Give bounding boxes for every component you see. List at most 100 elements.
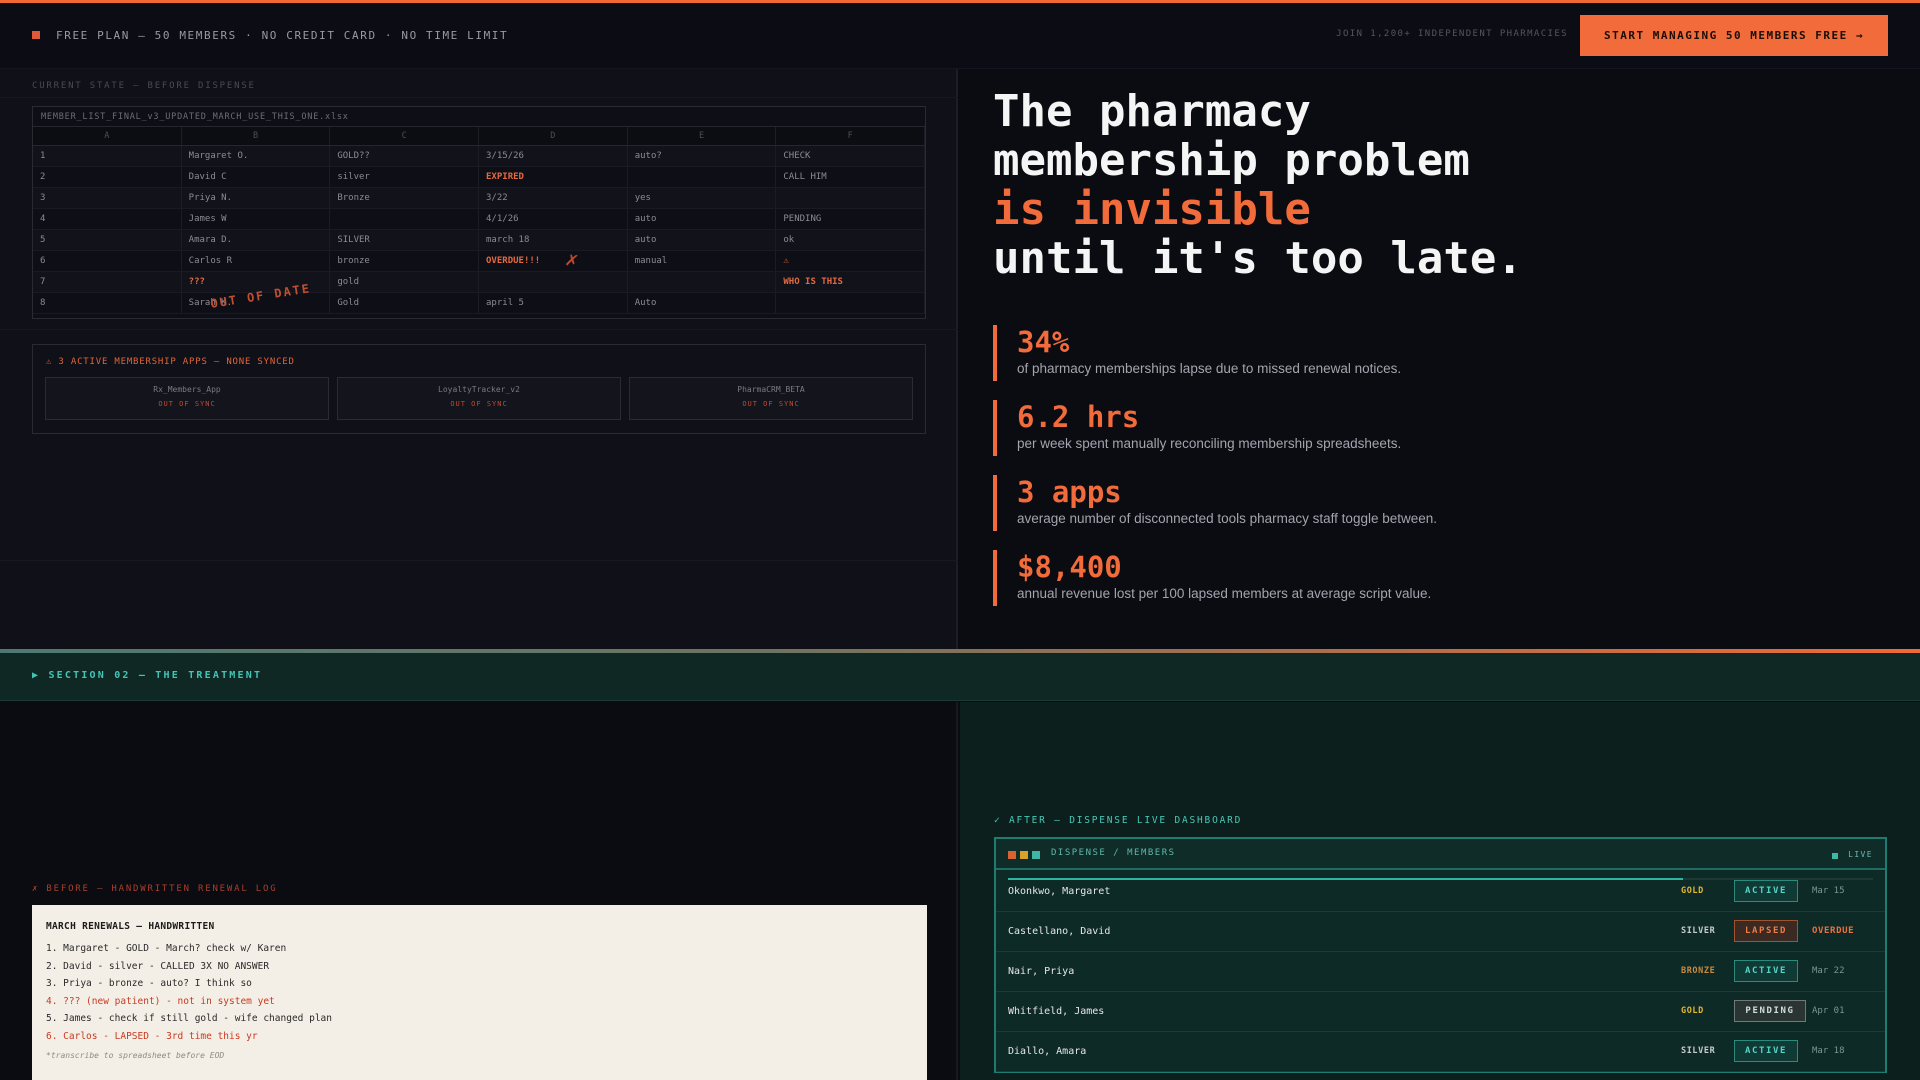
dashboard-panel: ✓ AFTER — DISPENSE LIVE DASHBOARD DISPEN… (960, 702, 1920, 1080)
app-card: Rx_Members_App OUT OF SYNC (45, 377, 329, 420)
headline-accent: is invisible (993, 184, 1311, 235)
spreadsheet-cell: CALL HIM (776, 167, 926, 187)
handwritten-note: MARCH RENEWALS — HANDWRITTEN 1. Margaret… (32, 905, 927, 1080)
member-row[interactable]: Nair, Priya BRONZE ACTIVE Mar 22 (996, 952, 1885, 992)
dashboard-header: DISPENSE / MEMBERS LIVE (996, 839, 1885, 870)
spreadsheet-cell: EXPIRED (479, 167, 628, 187)
spreadsheet-row: 5 Amara D. SILVER march 18 auto ok (33, 230, 926, 251)
spreadsheet-cell (628, 167, 777, 187)
spreadsheet-cell: SILVER (330, 230, 480, 250)
status-badge: ACTIVE (1734, 880, 1798, 902)
headline-line: membership problem (993, 135, 1470, 186)
app-name: LoyaltyTracker_v2 (438, 385, 520, 394)
spreadsheet-cell: 1 (33, 146, 182, 166)
app-sync-status: OUT OF SYNC (450, 400, 508, 408)
spreadsheet: MEMBER_LIST_FINAL_v3_UPDATED_MARCH_USE_T… (32, 106, 926, 319)
spreadsheet-cell: CHECK (776, 146, 926, 166)
before-state-panel: CURRENT STATE — BEFORE DISPENSE MEMBER_L… (0, 69, 958, 649)
spreadsheet-cell: Margaret O. (182, 146, 331, 166)
divider (0, 97, 958, 98)
spreadsheet-cell: 5 (33, 230, 182, 250)
renewal-date: OVERDUE (1812, 926, 1855, 936)
stat-block: 3 apps average number of disconnected to… (993, 475, 1853, 531)
stat-value: 6.2 hrs (1017, 400, 1140, 434)
member-tier: SILVER (1681, 926, 1716, 936)
stat-value: $8,400 (1017, 550, 1122, 584)
app-name: Rx_Members_App (153, 385, 221, 394)
window-dot-icon (1032, 851, 1040, 859)
spreadsheet-row: 3 Priya N. Bronze 3/22 yes (33, 188, 926, 209)
apps-warning-title: ⚠ 3 ACTIVE MEMBERSHIP APPS — NONE SYNCED (46, 357, 295, 367)
note-lines: 1. Margaret - GOLD - March? check w/ Kar… (46, 940, 913, 1045)
column-header: B (182, 127, 331, 145)
renewal-date: Apr 01 (1812, 1006, 1845, 1016)
note-line: 5. James - check if still gold - wife ch… (46, 1013, 332, 1024)
headline-line: The pharmacy (993, 86, 1311, 137)
divider (0, 560, 958, 561)
member-name: Whitfield, James (1008, 1006, 1105, 1017)
spreadsheet-body: 1 Margaret O. GOLD?? 3/15/26 auto? CHECK 2 Davi… (33, 146, 926, 314)
member-name: Nair, Priya (1008, 966, 1075, 977)
member-tier: BRONZE (1681, 966, 1716, 976)
live-indicator-icon (1832, 853, 1838, 859)
spreadsheet-cell (479, 272, 628, 292)
spreadsheet-cell: Auto (628, 293, 777, 313)
renewal-date: Mar 15 (1812, 886, 1845, 896)
status-badge: ACTIVE (1734, 1040, 1798, 1062)
spreadsheet-cell (776, 293, 926, 313)
note-line: 1. Margaret - GOLD - March? check w/ Kar… (46, 943, 287, 954)
note-line: 6. Carlos - LAPSED - 3rd time this yr (46, 1030, 258, 1042)
spreadsheet-cell: march 18 (479, 230, 628, 250)
spreadsheet-cell: 3/15/26 (479, 146, 628, 166)
note-footer: *transcribe to spreadsheet before EOD (46, 1051, 225, 1060)
spreadsheet-cell: Gold (330, 293, 480, 313)
member-row[interactable]: Whitfield, James GOLD PENDING Apr 01 (996, 992, 1885, 1032)
renewal-date: Mar 18 (1812, 1046, 1845, 1056)
spreadsheet-header-row: A B C D E F (33, 127, 926, 146)
spreadsheet-cell: april 5 (479, 293, 628, 313)
spreadsheet-cell: 2 (33, 167, 182, 187)
stat-description: average number of disconnected tools pha… (1017, 511, 1438, 526)
section-header-bar: ▶ SECTION 02 — THE TREATMENT (0, 653, 1920, 701)
spreadsheet-cell: bronze (330, 251, 480, 271)
member-name: Castellano, David (1008, 926, 1111, 937)
app-sync-status: OUT OF SYNC (742, 400, 800, 408)
member-row[interactable]: Castellano, David SILVER LAPSED OVERDUE (996, 912, 1885, 952)
spreadsheet-row: 4 James W 4/1/26 auto PENDING (33, 209, 926, 230)
status-badge: ACTIVE (1734, 960, 1798, 982)
hero-headline: The pharmacy membership problem is invis… (993, 87, 1873, 283)
note-line: 2. David - silver - CALLED 3X NO ANSWER (46, 960, 270, 972)
spreadsheet-cell: 8 (33, 293, 182, 313)
column-header: D (479, 127, 628, 145)
app-sync-status: OUT OF SYNC (158, 400, 216, 408)
status-badge: PENDING (1734, 1000, 1806, 1022)
member-name: Diallo, Amara (1008, 1046, 1087, 1057)
spreadsheet-cell: 6 (33, 251, 182, 271)
spreadsheet-cell: James W (182, 209, 331, 229)
spreadsheet-filename: MEMBER_LIST_FINAL_v3_UPDATED_MARCH_USE_T… (33, 107, 925, 127)
spreadsheet-row: 6 Carlos Rbronze OVERDUE!!! manual ⚠ (33, 251, 926, 272)
spreadsheet-cell (628, 272, 777, 292)
hero-panel: The pharmacy membership problem is invis… (960, 69, 1920, 649)
app-card: PharmaCRM_BETA OUT OF SYNC (629, 377, 913, 420)
spreadsheet-cell: 3 (33, 188, 182, 208)
renewal-date: Mar 22 (1812, 966, 1845, 976)
live-dashboard: DISPENSE / MEMBERS LIVE Okonkwo, Margare… (994, 837, 1887, 1073)
spreadsheet-cell: silver (330, 167, 480, 187)
spreadsheet-cell (776, 188, 926, 208)
start-free-button[interactable]: START MANAGING 50 MEMBERS FREE → (1580, 15, 1888, 56)
free-plan-text: FREE PLAN — 50 MEMBERS · NO CREDIT CARD … (56, 29, 509, 42)
join-count-text: JOIN 1,200+ INDEPENDENT PHARMACIES (1336, 29, 1568, 39)
spreadsheet-row: 8 Sarah K. Gold april 5 Auto (33, 293, 926, 314)
stat-block: 6.2 hrs per week spent manually reconcil… (993, 400, 1853, 456)
member-name: Okonkwo, Margaret (1008, 886, 1111, 897)
spreadsheet-cell: Priya N. (182, 188, 331, 208)
spreadsheet-cell: auto (628, 209, 777, 229)
column-header: E (628, 127, 777, 145)
member-row[interactable]: Diallo, Amara SILVER ACTIVE Mar 18 (996, 1032, 1885, 1072)
stat-description: per week spent manually reconciling memb… (1017, 436, 1402, 451)
member-row[interactable]: Okonkwo, Margaret GOLD ACTIVE Mar 15 (996, 872, 1885, 912)
membership-apps-box: ⚠ 3 ACTIVE MEMBERSHIP APPS — NONE SYNCED… (32, 344, 926, 434)
spreadsheet-row: 2 David Csilver EXPIRED CALL HIM (33, 167, 926, 188)
stat-value: 3 apps (1017, 475, 1122, 509)
